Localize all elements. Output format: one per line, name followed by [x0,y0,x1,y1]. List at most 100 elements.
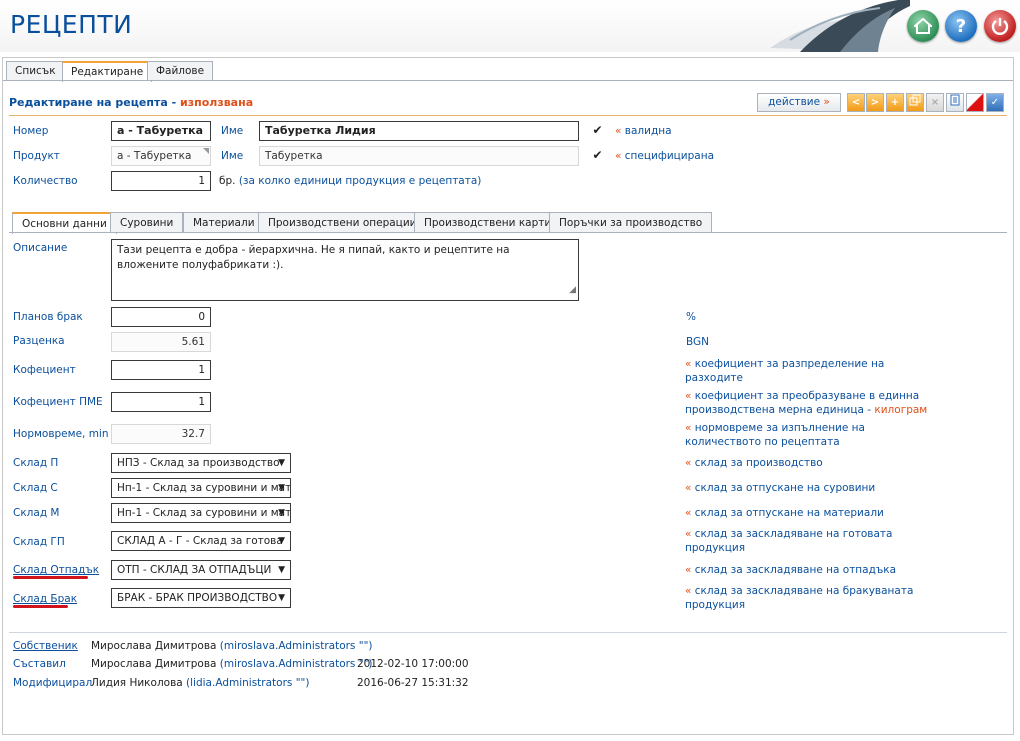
warehouse-p-note: « склад за производство [685,456,823,470]
modifier-account-link[interactable]: (lidia.Administrators "") [186,677,309,689]
norm-note-line1: нормовреме за изпълнение на [694,422,865,434]
creator-account-link[interactable]: (miroslava.Administrators "") [220,658,373,670]
warehouse-m-note-text: склад за отпускане на материали [694,507,884,519]
warehouse-p-select[interactable]: НПЗ - Склад за производство ▼ [111,453,291,473]
chevron-down-icon: ▼ [278,565,285,575]
page-title-text: Редактиране на рецепта [9,96,168,109]
owner-label-link[interactable]: Собственик [13,640,78,652]
tab-list[interactable]: Списък [6,61,65,81]
prev-button[interactable]: < [847,93,865,112]
add-button[interactable]: + [886,93,904,112]
tab-raw-materials[interactable]: Суровини [110,212,184,233]
tab-production-cards[interactable]: Производствени карти [414,212,562,233]
product-label: Продукт [13,150,60,162]
cost-label: Разценка [13,335,65,347]
red-underline-mark [13,576,88,579]
specified-note: « специфицирана [615,149,714,163]
coef-pme-note: « коефициент за преобразуване в единна п… [685,389,927,417]
quote-mark: « [685,482,692,494]
norm-time-label: Нормовреме, min [13,428,109,440]
scrap-input[interactable]: 0 [111,307,211,327]
scrap-unit: % [686,311,696,323]
creator-name: Мирослава Димитрова [91,658,217,670]
quantity-input[interactable]: 1 [111,171,211,191]
save-button[interactable]: ✓ [986,93,1004,112]
warehouse-gp-note-line2: продукция [685,542,746,554]
footer-divider [9,632,1007,633]
warehouse-reject-note: « склад за заскладяване на бракуваната п… [685,584,913,612]
product-combo[interactable]: а - Табуретка [111,146,211,166]
name-input[interactable]: Табуретка Лидия [259,121,579,141]
exit-button[interactable] [984,10,1016,42]
warehouse-gp-select[interactable]: СКЛАД А - Г - Склад за готова ▼ [111,531,291,551]
owner-account-link[interactable]: (miroslava.Administrators "") [220,640,373,652]
quantity-label: Количество [13,175,78,187]
coef-note-line1: коефициент за разпределение на [694,358,885,370]
section-tabs-divider [9,232,1007,233]
warehouse-reject-link[interactable]: Склад Брак [13,593,77,605]
delete-button[interactable]: × [926,93,944,112]
quote-mark: « [685,564,692,576]
app-header: РЕЦЕПТИ ? [0,0,1020,52]
quote-mark: « [685,528,692,540]
cost-field: 5.61 [111,332,211,352]
header-separator [9,115,1007,116]
coef-label: Кофециент [13,364,76,376]
specified-checkbox[interactable]: ✔ [591,149,604,162]
tab-operations[interactable]: Производствени операции [258,212,427,233]
coef-pme-input[interactable]: 1 [111,392,211,412]
norm-time-field: 32.7 [111,424,211,444]
number-input[interactable]: а - Табуретка [111,121,211,141]
next-button[interactable]: > [866,93,884,112]
warehouse-p-label: Склад П [13,457,59,469]
quote-mark: « [615,125,622,137]
coef-note: « коефициент за разпределение на разходи… [685,357,884,385]
warehouse-s-select[interactable]: Нп-1 - Склад за суровини и мат ▼ [111,478,291,498]
quote-mark: « [685,585,692,597]
quote-mark: « [685,422,692,434]
print-button[interactable] [946,93,964,112]
valid-note: « валидна [615,124,672,138]
help-button[interactable]: ? [945,10,977,42]
warehouse-waste-select[interactable]: ОТП - СКЛАД ЗА ОТПАДЪЦИ ▼ [111,560,291,580]
tab-materials[interactable]: Материали [183,212,265,233]
description-textarea[interactable]: Тази рецепта е добра - йерархична. Не я … [111,239,579,301]
valid-checkbox[interactable]: ✔ [591,124,604,137]
coef-note-line2: разходите [685,372,743,384]
created-timestamp: 2012-02-10 17:00:00 [357,658,469,670]
red-underline-mark [13,605,68,608]
warehouse-m-select[interactable]: Нп-1 - Склад за суровини и мат ▼ [111,503,291,523]
tab-files[interactable]: Файлове [147,61,214,81]
modifier-name: Лидия Николова [91,677,183,689]
home-button[interactable] [907,10,939,42]
close-icon: × [930,97,940,108]
quote-mark: « [685,507,692,519]
warehouse-waste-link[interactable]: Склад Отпадък [13,564,99,576]
description-label: Описание [13,242,68,254]
tab-production-orders[interactable]: Поръчки за производство [549,212,713,233]
dropdown-corner-icon [203,148,209,154]
tab-edit[interactable]: Редактиране [62,61,153,82]
warehouse-gp-note: « склад за заскладяване на готовата прод… [685,527,892,555]
warehouse-reject-select[interactable]: БРАК - БРАК ПРОИЗВОДСТВО ▼ [111,588,291,608]
copy-button[interactable] [906,93,924,112]
cancel-button[interactable] [966,93,984,112]
warehouse-s-note: « склад за отпускане на суровини [685,481,875,495]
coef-pme-note-line2: производствена мерна единица - [685,404,872,416]
description-text: Тази рецепта е добра - йерархична. Не я … [117,244,510,271]
page-title: Редактиране на рецепта - използвана [9,96,254,109]
number-label: Номер [13,125,49,137]
resize-grip-icon[interactable]: ◢ [569,283,576,298]
action-button[interactable]: действие » [757,93,841,112]
modifier-info: Лидия Николова (lidia.Administrators "") [91,677,309,689]
warehouse-waste-value: ОТП - СКЛАД ЗА ОТПАДЪЦИ [117,564,272,576]
chevron-down-icon: ▼ [278,508,285,518]
chevron-down-icon: ▼ [278,536,285,546]
quote-mark: « [685,390,692,402]
owner-info: Мирослава Димитрова (miroslava.Administr… [91,640,373,652]
product-name-field: Табуретка [259,146,579,166]
tab-basic-data[interactable]: Основни данни [12,212,117,234]
coef-pme-unit: килограм [874,404,928,416]
chevron-left-icon: < [851,97,861,108]
coef-input[interactable]: 1 [111,360,211,380]
